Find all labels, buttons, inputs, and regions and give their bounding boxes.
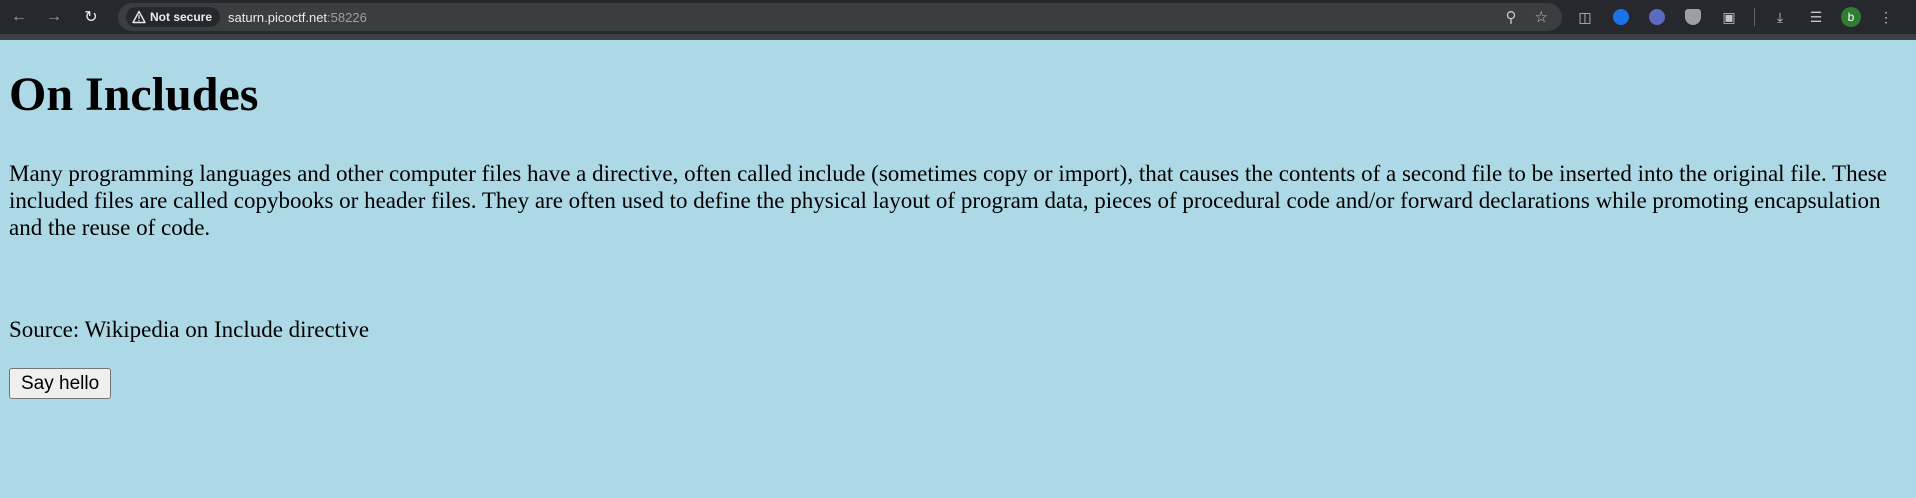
extension-shield-icon[interactable] xyxy=(1682,6,1704,28)
download-icon[interactable]: ⤓ xyxy=(1769,6,1791,28)
security-label: Not secure xyxy=(150,10,213,24)
tab-search-icon[interactable]: ◫ xyxy=(1574,6,1596,28)
say-hello-button[interactable]: Say hello xyxy=(9,368,112,399)
zoom-icon[interactable]: ⚲ xyxy=(1506,8,1517,26)
media-icon[interactable]: ☰ xyxy=(1805,6,1827,28)
extension-blue-icon[interactable] xyxy=(1610,6,1632,28)
reload-button[interactable]: ↻ xyxy=(74,0,108,34)
page-content: On Includes Many programming languages a… xyxy=(0,40,1916,498)
browser-toolbar: ← → ↻ Not secure saturn.picoctf.net:5822… xyxy=(0,0,1916,40)
back-button[interactable]: ← xyxy=(2,0,36,34)
intro-paragraph: Many programming languages and other com… xyxy=(9,161,1887,240)
source-text: Source: Wikipedia on Include directive xyxy=(9,317,370,342)
menu-icon[interactable]: ⋮ xyxy=(1875,6,1897,28)
reload-icon: ↻ xyxy=(84,9,98,26)
url-host: saturn.picoctf.net xyxy=(228,9,328,25)
security-chip[interactable]: Not secure xyxy=(126,7,221,27)
address-bar[interactable]: Not secure saturn.picoctf.net:58226 ⚲ ☆ xyxy=(118,3,1562,31)
extensions-puzzle-icon[interactable]: ▣ xyxy=(1718,6,1740,28)
forward-icon: → xyxy=(46,8,62,25)
profile-avatar[interactable]: b xyxy=(1841,7,1861,27)
url-text[interactable]: saturn.picoctf.net:58226 xyxy=(228,10,367,25)
omnibox-actions: ⚲ ☆ xyxy=(1506,3,1548,31)
url-port: :58226 xyxy=(327,9,367,25)
back-icon: ← xyxy=(11,8,27,25)
warning-icon xyxy=(132,10,146,24)
toolbar-separator xyxy=(1754,8,1755,26)
star-icon[interactable]: ☆ xyxy=(1535,8,1548,26)
extensions-area: ◫ ▣ ⤓ ☰ b ⋮ xyxy=(1574,0,1897,34)
extension-planet-icon[interactable] xyxy=(1646,6,1668,28)
page-title: On Includes xyxy=(9,68,259,121)
forward-button[interactable]: → xyxy=(37,0,71,34)
